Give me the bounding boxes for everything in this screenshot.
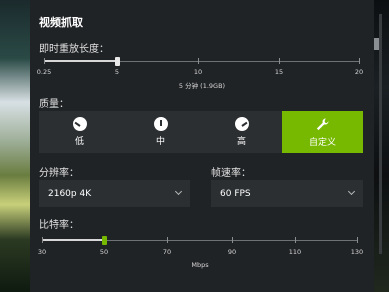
framerate-dropdown[interactable]: 60 FPS — [211, 180, 363, 207]
replay-length-tick-label: 15 — [274, 68, 284, 76]
bitrate-tick — [357, 237, 358, 243]
chevron-down-icon — [174, 187, 183, 196]
replay-length-tick — [279, 58, 280, 64]
resolution-label: 分辨率： — [39, 168, 79, 179]
resolution-value: 2160p 4K — [48, 188, 92, 199]
replay-length-label: 即时重放长度： — [39, 44, 109, 55]
bitrate-tick-label: 90 — [227, 248, 237, 256]
bitrate-tick — [232, 237, 233, 243]
panel-scrollbar[interactable] — [379, 14, 382, 254]
quality-option-label: 低 — [74, 137, 84, 147]
replay-length-tick — [198, 58, 199, 64]
quality-option-medium[interactable]: 中 — [120, 111, 201, 153]
bitrate-tick-label: 50 — [99, 248, 109, 256]
panel-title: 视频抓取 — [39, 16, 83, 29]
replay-length-thumb[interactable] — [115, 57, 120, 66]
replay-length-tick — [359, 58, 360, 64]
game-background-left — [0, 0, 30, 292]
quality-option-label: 自定义 — [308, 137, 336, 148]
gauge-low-icon — [72, 117, 87, 131]
bitrate-tick — [42, 237, 43, 243]
wrench-icon — [316, 117, 329, 130]
quality-option-label: 高 — [236, 137, 246, 147]
framerate-label: 帧速率： — [211, 168, 251, 179]
quality-option-high[interactable]: 高 — [201, 111, 282, 153]
replay-length-tick-label: 10 — [193, 68, 203, 76]
framerate-value: 60 FPS — [220, 188, 251, 199]
quality-option-custom[interactable]: 自定义 — [282, 111, 363, 153]
bitrate-unit: Mbps — [191, 261, 209, 269]
bitrate-tick-label: 130 — [350, 248, 364, 256]
bitrate-tick-label: 30 — [37, 248, 47, 256]
bitrate-tick-label: 110 — [288, 248, 302, 256]
replay-length-value: 5 分钟 (1.9GB) — [178, 82, 226, 90]
replay-length-tick — [44, 58, 45, 64]
quality-label: 质量： — [39, 99, 69, 110]
bitrate-tick — [295, 237, 296, 243]
bitrate-tick — [167, 237, 168, 243]
replay-length-fill — [44, 60, 117, 62]
replay-length-tick-label: 0.25 — [36, 68, 52, 76]
quality-selector: 低 中 高 自定义 — [39, 111, 363, 153]
replay-length-tick-label: 20 — [354, 68, 364, 76]
replay-length-tick-label: 5 — [114, 68, 120, 76]
bitrate-fill — [42, 239, 104, 241]
bitrate-tick-label: 70 — [162, 248, 172, 256]
bitrate-thumb[interactable] — [102, 236, 107, 245]
gauge-mid-icon — [153, 117, 168, 131]
bitrate-label: 比特率： — [39, 220, 79, 231]
quality-option-low[interactable]: 低 — [39, 111, 120, 153]
video-capture-panel: 视频抓取 即时重放长度： 0.25 5 10 15 20 5 分钟 (1.9GB… — [30, 0, 382, 292]
gauge-high-icon — [234, 117, 249, 131]
chevron-down-icon — [347, 187, 356, 196]
quality-option-label: 中 — [155, 137, 165, 147]
resolution-dropdown[interactable]: 2160p 4K — [39, 180, 190, 207]
